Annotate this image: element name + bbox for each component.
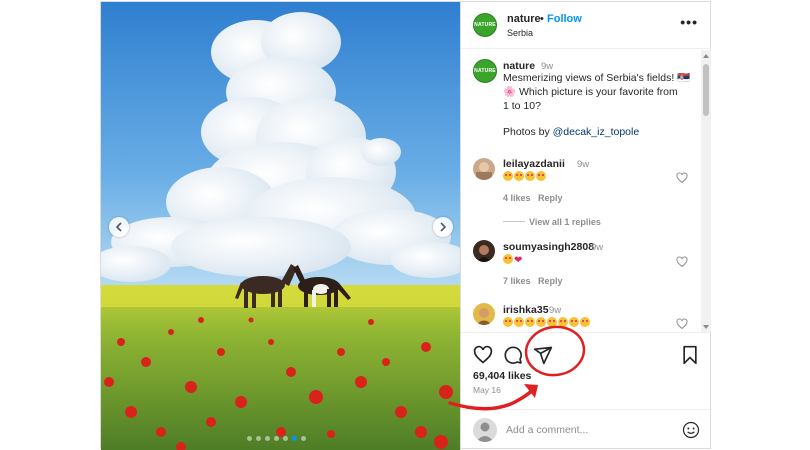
heart-icon[interactable] <box>473 345 493 365</box>
carousel-dot <box>274 436 279 441</box>
previous-photo-button[interactable] <box>109 217 129 237</box>
caption-avatar[interactable]: NATURE <box>473 59 497 83</box>
caption-line-3: 1 to 10? <box>503 100 541 112</box>
bookmark-icon[interactable] <box>681 345 699 365</box>
avatar-image <box>477 245 491 262</box>
post-date: May 16 <box>473 385 501 395</box>
caption-line-2: 🌸 Which picture is your favorite from <box>503 86 678 98</box>
comment-emojis <box>503 171 547 185</box>
commenter-avatar[interactable] <box>473 240 495 262</box>
like-comment-heart-icon[interactable] <box>676 172 688 184</box>
nature-avatar[interactable]: NATURE <box>473 13 497 37</box>
logo-text: NATURE <box>474 68 496 74</box>
carousel-dots <box>247 436 306 441</box>
follow-button[interactable]: Follow <box>547 13 582 25</box>
field-horses-photo <box>101 2 460 450</box>
next-photo-button[interactable] <box>433 217 453 237</box>
like-comment-heart-icon[interactable] <box>676 318 688 330</box>
chevron-right-icon <box>440 222 447 232</box>
reply-button[interactable]: Reply <box>538 276 563 286</box>
likes-count[interactable]: 69,404 likes <box>473 370 531 382</box>
comment-likes[interactable]: 4 likes <box>503 193 531 203</box>
more-icon[interactable]: ••• <box>680 14 698 30</box>
carousel-dot <box>283 436 288 441</box>
view-replies-button[interactable]: View all 1 replies <box>529 217 601 227</box>
commenter-avatar[interactable] <box>473 303 495 325</box>
caption-line-1: Mesmerizing views of Serbia's fields! 🇷🇸 <box>503 72 691 84</box>
photo-credit-prefix: Photos by <box>503 126 553 138</box>
logo-text: NATURE <box>474 22 496 28</box>
comments-scrollbar[interactable] <box>701 50 711 332</box>
header-separator: • <box>540 13 544 25</box>
post-header: NATURE nature • Follow Serbia ••• <box>461 2 711 49</box>
comment-time: 9w <box>591 242 604 253</box>
comment-username[interactable]: leilayazdanii <box>503 158 565 170</box>
default-avatar-icon <box>476 422 494 442</box>
carousel-dot-active <box>292 436 297 441</box>
caption-username[interactable]: nature <box>503 60 535 72</box>
post-sidebar: NATURE nature • Follow Serbia ••• NATURE… <box>460 2 712 450</box>
comment-input[interactable] <box>506 421 666 439</box>
scrollbar-thumb[interactable] <box>703 64 709 116</box>
reply-button[interactable]: Reply <box>538 193 563 203</box>
carousel-dot <box>256 436 261 441</box>
comment-emojis <box>503 317 591 331</box>
replies-divider <box>503 221 525 222</box>
scroll-down-arrow-icon[interactable] <box>703 325 709 329</box>
caption-time: 9w <box>541 61 554 72</box>
scroll-up-arrow-icon[interactable] <box>703 54 709 58</box>
like-comment-heart-icon[interactable] <box>676 256 688 268</box>
comment-username[interactable]: soumyasingh2808 <box>503 241 594 253</box>
header-username[interactable]: nature <box>507 13 541 25</box>
comments-section: NATURE nature 9w Mesmerizing views of Se… <box>461 50 712 332</box>
avatar-image <box>476 162 492 180</box>
photographer-link[interactable]: @decak_iz_topole <box>553 126 640 138</box>
add-comment-bar <box>461 409 712 450</box>
photo-credit: Photos by @decak_iz_topole <box>503 126 639 140</box>
comment-likes[interactable]: 7 likes <box>503 276 531 286</box>
user-avatar <box>473 418 497 442</box>
instagram-post: NATURE nature • Follow Serbia ••• NATURE… <box>100 1 712 450</box>
comment-emojis: ❤ <box>503 254 522 268</box>
share-icon[interactable] <box>533 345 553 365</box>
comment-time: 9w <box>549 305 562 316</box>
emoji-icon[interactable] <box>682 421 700 439</box>
comment-time: 9w <box>577 159 590 170</box>
chevron-left-icon <box>115 222 122 232</box>
post-photo[interactable] <box>101 2 460 450</box>
location-link[interactable]: Serbia <box>507 28 533 38</box>
action-bar: 69,404 likes May 16 <box>461 332 712 409</box>
commenter-avatar[interactable] <box>473 158 495 180</box>
carousel-dot <box>301 436 306 441</box>
carousel-dot <box>265 436 270 441</box>
avatar-image <box>476 308 492 325</box>
comment-icon[interactable] <box>503 345 523 365</box>
carousel-dot <box>247 436 252 441</box>
comment-username[interactable]: irishka35 <box>503 304 549 316</box>
